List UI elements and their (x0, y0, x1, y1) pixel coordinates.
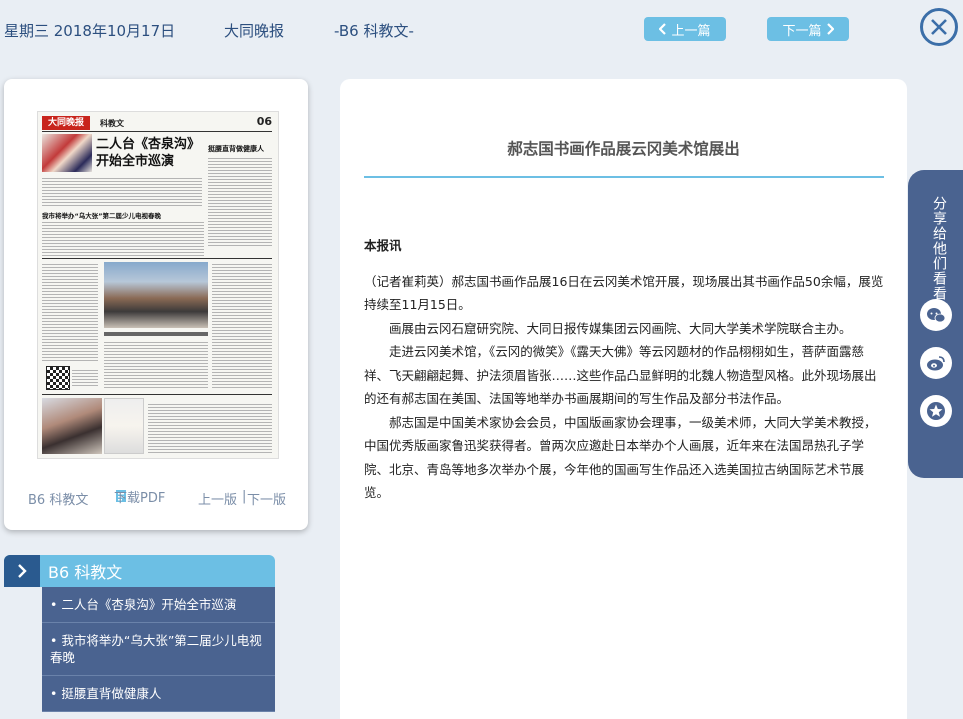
close-button[interactable] (920, 8, 958, 46)
chevron-left-icon (659, 23, 667, 35)
close-icon (931, 19, 947, 35)
toc-item[interactable]: 二人台《杏泉沟》开始全市巡演 (42, 587, 275, 623)
thumbnail-photo-calligraphy (42, 398, 102, 454)
wechat-icon (927, 308, 946, 323)
next-page-link[interactable]: 下一版 (247, 489, 286, 508)
issue-date: 星期三 2018年10月17日 (4, 22, 176, 40)
thumbnail-text-block (212, 262, 272, 390)
thumbnail-headline: 二人台《杏泉沟》开始全市巡演 (96, 137, 201, 169)
thumbnail-page-number: 06 (256, 115, 272, 128)
page-label-link[interactable]: B6 科教文 (28, 489, 88, 508)
qzone-icon (927, 402, 945, 420)
section-name: -B6 科教文- (334, 22, 414, 40)
section-rule (42, 394, 272, 395)
thumbnail-text-block (104, 332, 208, 336)
qzone-share-button[interactable] (920, 395, 952, 427)
next-article-button[interactable]: 下一篇 (767, 17, 849, 41)
thumbnail-sub-headline: 我市将举办“乌大张”第二届少儿电视春晚 (42, 212, 162, 220)
thumbnail-photo-exhibition (104, 262, 208, 328)
top-bar: 星期三 2018年10月17日 大同晚报 -B6 科教文- 上一篇 下一篇 (0, 0, 963, 62)
thumbnail-text-block (208, 156, 272, 246)
article-paragraph: 郝志国是中国美术家协会会员，中国版画家协会理事，一级美术师，大同大学美术教授，中… (364, 414, 877, 501)
next-article-label: 下一篇 (782, 23, 822, 39)
masthead-rule (42, 131, 272, 132)
share-sidebar: 分享给他们看看 (908, 170, 963, 478)
thumbnail-text-block (42, 176, 202, 206)
page-link-separator: | (242, 489, 247, 504)
prev-article-label: 上一篇 (671, 23, 711, 39)
qr-code-image (46, 366, 70, 390)
article-body: 本报讯 （记者崔莉英）郝志国书画作品展16日在云冈美术馆开展，现场展出其书画作品… (364, 234, 886, 505)
article-paragraph: 画展由云冈石窟研究院、大同日报传媒集团云冈画院、大同大学美术学院联合主办。 (389, 320, 852, 336)
thumbnail-photo-scroll (104, 398, 144, 454)
masthead-logo: 大同晚报 (42, 116, 90, 130)
thumbnail-text-block (42, 262, 98, 362)
article-title: 郝志国书画作品展云冈美术馆展出 (507, 140, 740, 158)
toc-header[interactable]: B6 科教文 (4, 555, 275, 587)
weibo-share-button[interactable] (920, 347, 952, 379)
article-lead: 本报讯 (364, 238, 402, 253)
thumbnail-text-block (104, 340, 208, 390)
section-rule (42, 258, 272, 259)
newspaper-page-thumbnail[interactable]: 大同晚报 科教文 06 二人台《杏泉沟》开始全市巡演 挺腰直背做健康人 我市将举… (37, 111, 279, 459)
toc-item[interactable]: 挺腰直背做健康人 (42, 676, 275, 712)
section-toc: B6 科教文 二人台《杏泉沟》开始全市巡演 我市将举办“乌大张”第二届少儿电视春… (4, 555, 275, 712)
prev-page-link[interactable]: 上一版 (198, 489, 237, 508)
thumbnail-photo-opera (42, 134, 92, 172)
chevron-right-icon (18, 564, 27, 578)
thumbnail-text-block (42, 220, 204, 256)
toc-title: B6 科教文 (48, 563, 123, 582)
download-pdf-label: 下载PDF (114, 490, 166, 506)
page-thumbnail-card: 大同晚报 科教文 06 二人台《杏泉沟》开始全市巡演 挺腰直背做健康人 我市将举… (4, 79, 308, 530)
thumbnail-text-block (148, 402, 272, 454)
download-pdf-link[interactable]: 下载PDF (114, 489, 165, 506)
share-label: 分享给他们看看 (931, 196, 947, 301)
paper-name: 大同晚报 (224, 22, 285, 40)
article-paragraph: 走进云冈美术馆，《云冈的微笑》《露天大佛》等云冈题材的作品栩栩如生，菩萨面露慈祥… (364, 344, 877, 406)
chevron-right-icon (826, 23, 834, 35)
wechat-share-button[interactable] (920, 299, 952, 331)
toc-list: 二人台《杏泉沟》开始全市巡演 我市将举办“乌大张”第二届少儿电视春晚 挺腰直背做… (42, 587, 275, 712)
thumbnail-side-headline: 挺腰直背做健康人 (208, 145, 264, 153)
weibo-icon (927, 356, 945, 371)
article-paragraph: （记者崔莉英）郝志国书画作品展16日在云冈美术馆开展，现场展出其书画作品50余幅… (364, 273, 884, 313)
thumbnail-text-block (72, 368, 98, 386)
title-divider (364, 176, 884, 178)
prev-article-button[interactable]: 上一篇 (644, 17, 726, 41)
toc-toggle[interactable] (4, 555, 40, 587)
toc-item[interactable]: 我市将举办“乌大张”第二届少儿电视春晚 (42, 623, 275, 676)
article-panel: 郝志国书画作品展云冈美术馆展出 本报讯 （记者崔莉英）郝志国书画作品展16日在云… (340, 79, 907, 719)
thumbnail-section: 科教文 (100, 119, 124, 128)
